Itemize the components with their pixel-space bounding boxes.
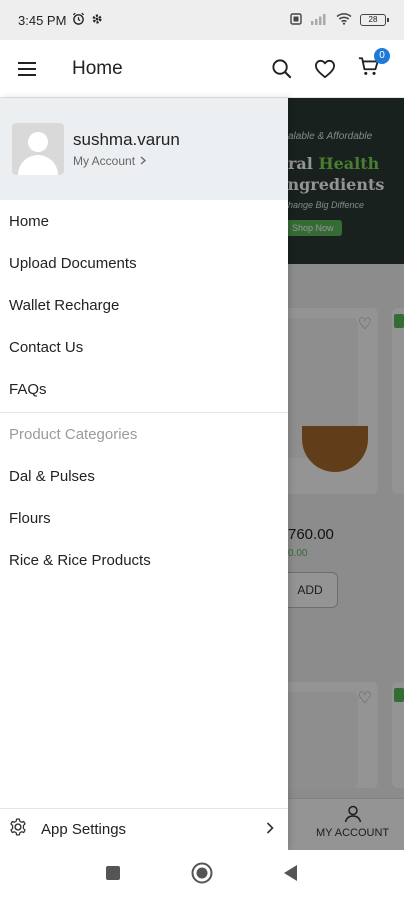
home-circle-icon[interactable] bbox=[191, 862, 213, 889]
my-account-label: My Account bbox=[73, 154, 136, 168]
recents-square-icon[interactable] bbox=[105, 865, 121, 886]
category-item-rice-products[interactable]: Rice & Rice Products bbox=[0, 539, 288, 581]
wishlist-heart-icon[interactable] bbox=[310, 54, 340, 84]
chevron-right-icon bbox=[140, 154, 147, 168]
drawer-menu: Home Upload Documents Wallet Recharge Co… bbox=[0, 200, 288, 410]
user-name: sushma.varun bbox=[73, 130, 180, 149]
system-navigation-bar bbox=[0, 850, 404, 900]
menu-item-home[interactable]: Home bbox=[0, 200, 288, 242]
user-info: sushma.varun My Account bbox=[73, 130, 180, 168]
cart-button[interactable]: 0 bbox=[354, 47, 390, 84]
cart-count-badge: 0 bbox=[374, 47, 390, 64]
vibrate-icon bbox=[290, 12, 302, 28]
navigation-drawer: sushma.varun My Account Home Upload Docu… bbox=[0, 98, 288, 850]
app-settings-row[interactable]: App Settings bbox=[0, 808, 288, 850]
status-bar: 3:45 PM 28 bbox=[0, 0, 404, 40]
gear-icon bbox=[8, 817, 28, 842]
battery-icon: 28 bbox=[360, 14, 389, 26]
signal-icon bbox=[310, 13, 328, 28]
product-categories-heading: Product Categories bbox=[9, 425, 138, 443]
drawer-header[interactable]: sushma.varun My Account bbox=[0, 98, 288, 200]
settings-gear-status-icon bbox=[91, 13, 103, 28]
avatar bbox=[12, 123, 64, 175]
drawer-scrim[interactable] bbox=[288, 98, 404, 850]
category-menu: Dal & Pulses Flours Rice & Rice Products bbox=[0, 455, 288, 581]
search-icon[interactable] bbox=[266, 54, 296, 84]
page-title: Home bbox=[72, 57, 123, 79]
status-right: 28 bbox=[290, 12, 389, 28]
menu-item-upload-documents[interactable]: Upload Documents bbox=[0, 242, 288, 284]
category-item-dal-pulses[interactable]: Dal & Pulses bbox=[0, 455, 288, 497]
menu-item-faqs[interactable]: FAQs bbox=[0, 368, 288, 410]
hamburger-menu-icon[interactable] bbox=[12, 54, 42, 84]
avatar-body bbox=[18, 155, 58, 175]
avatar-head bbox=[28, 132, 48, 152]
chevron-right-icon bbox=[266, 821, 274, 839]
status-left: 3:45 PM bbox=[18, 12, 103, 28]
wifi-icon bbox=[336, 12, 352, 28]
menu-item-contact-us[interactable]: Contact Us bbox=[0, 326, 288, 368]
menu-item-wallet-recharge[interactable]: Wallet Recharge bbox=[0, 284, 288, 326]
app-bar: Home 0 bbox=[0, 40, 404, 98]
app-settings-label: App Settings bbox=[41, 821, 127, 838]
category-item-flours[interactable]: Flours bbox=[0, 497, 288, 539]
status-time: 3:45 PM bbox=[18, 12, 67, 28]
my-account-link[interactable]: My Account bbox=[73, 154, 180, 168]
alarm-icon bbox=[72, 12, 85, 28]
app-bar-actions: 0 bbox=[266, 47, 390, 84]
back-triangle-icon[interactable] bbox=[283, 864, 299, 887]
